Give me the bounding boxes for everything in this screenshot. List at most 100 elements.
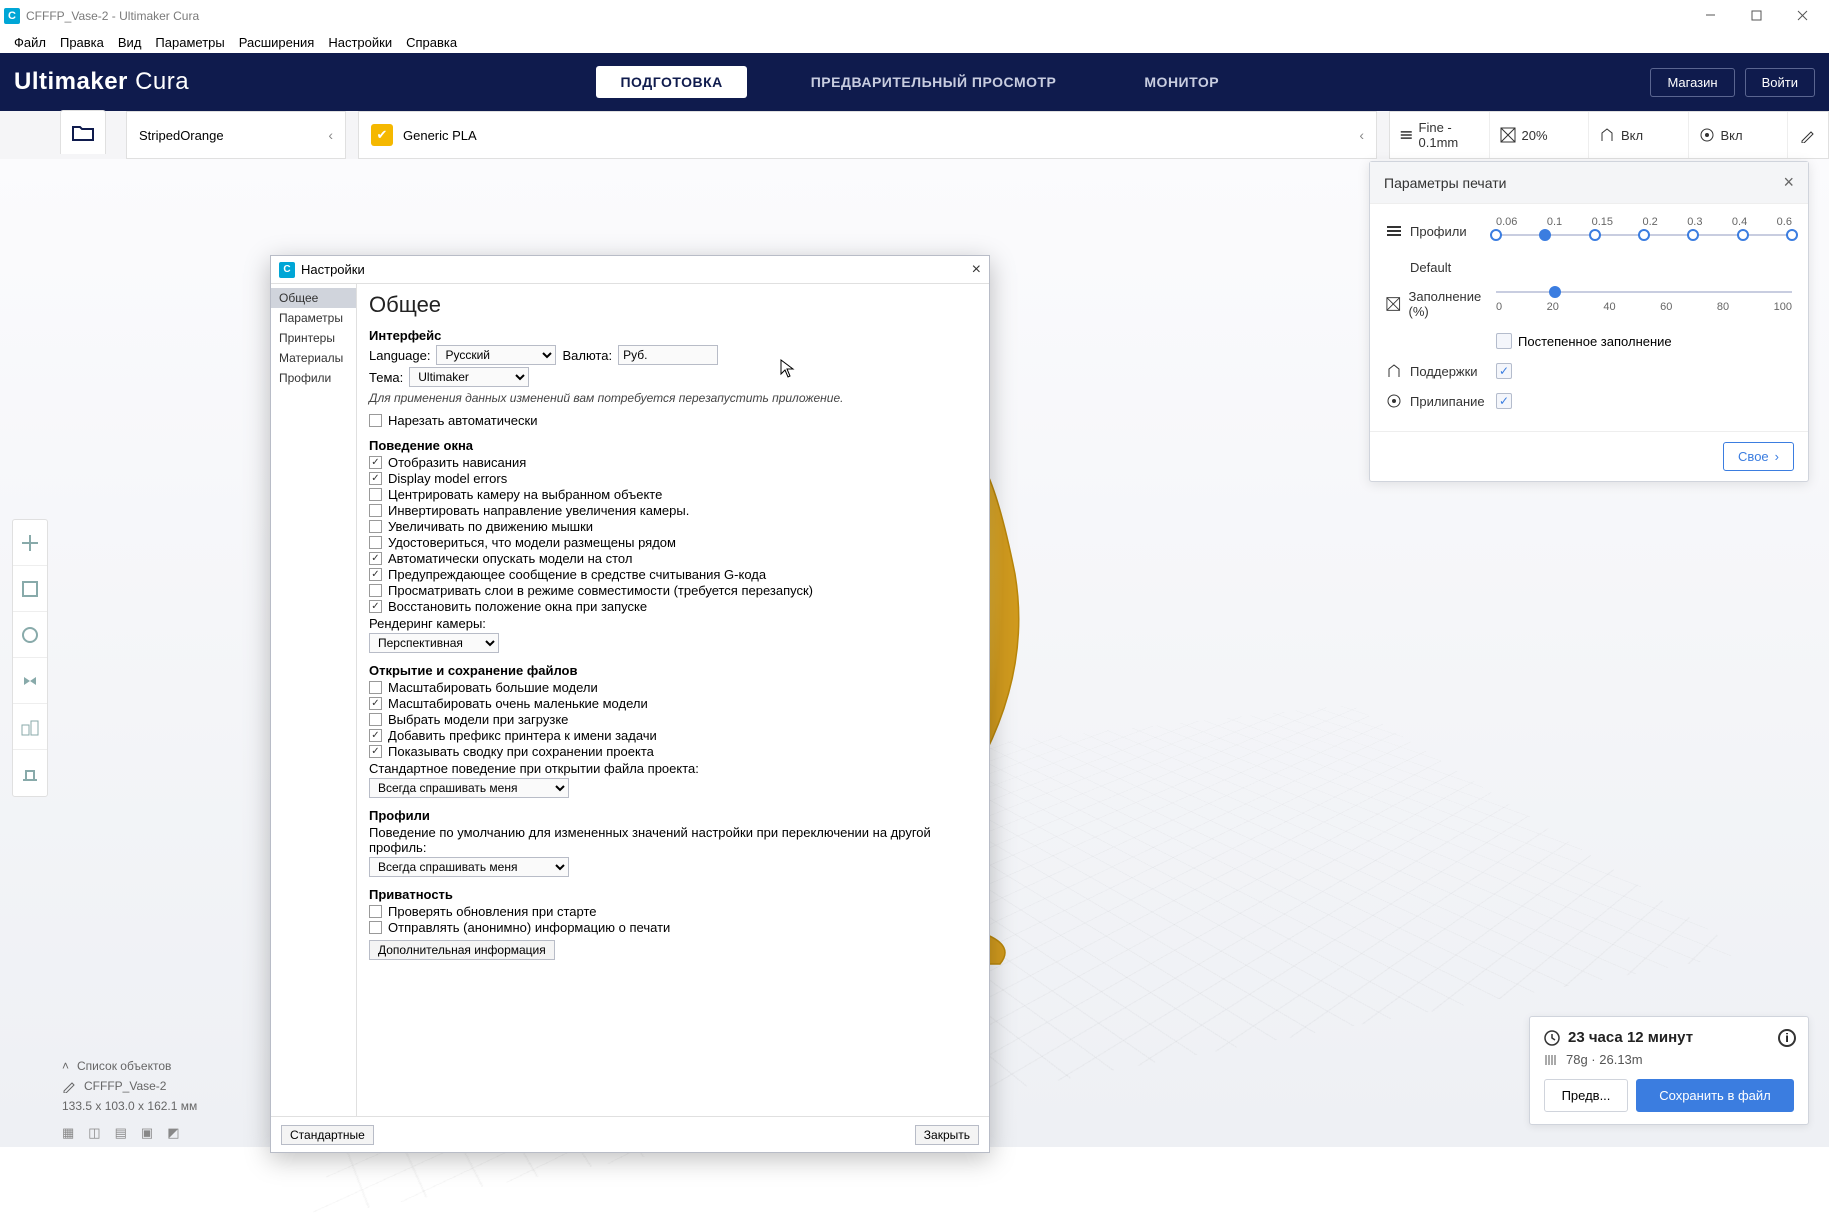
menu-preferences[interactable]: Настройки: [322, 33, 398, 52]
profile-behavior-select[interactable]: Всегда спрашивать меня: [369, 857, 569, 877]
cb-scale-small[interactable]: [369, 697, 382, 710]
defaults-button[interactable]: Стандартные: [281, 1125, 374, 1145]
close-icon[interactable]: ×: [972, 261, 981, 279]
marketplace-button[interactable]: Магазин: [1650, 68, 1734, 97]
profiles-note: Поведение по умолчанию для измененных зн…: [369, 825, 977, 855]
menu-settings[interactable]: Параметры: [149, 33, 230, 52]
tool-support-blocker[interactable]: [13, 750, 47, 796]
save-to-file-button[interactable]: Сохранить в файл: [1636, 1079, 1794, 1112]
tool-mirror[interactable]: [13, 658, 47, 704]
view-icons: ▦ ◫ ▤ ▣ ◩: [62, 1125, 179, 1141]
prefs-tab-profiles[interactable]: Профили: [271, 368, 356, 388]
menu-view[interactable]: Вид: [112, 33, 148, 52]
summary-quality: Fine - 0.1mm: [1390, 112, 1490, 158]
cb-invert-zoom[interactable]: [369, 504, 382, 517]
window-minimize[interactable]: [1687, 0, 1733, 31]
cb-prefix-job[interactable]: [369, 729, 382, 742]
adhesion-icon: [1386, 393, 1402, 409]
menu-extensions[interactable]: Расширения: [233, 33, 321, 52]
print-settings-summary[interactable]: Fine - 0.1mm 20% Вкл Вкл: [1389, 111, 1829, 159]
signin-button[interactable]: Войти: [1745, 68, 1815, 97]
cb-check-updates[interactable]: [369, 905, 382, 918]
object-list-toggle[interactable]: ˄Список объектов: [62, 1059, 197, 1073]
prefs-tab-general[interactable]: Общее: [271, 288, 356, 308]
stage-preview[interactable]: ПРЕДВАРИТЕЛЬНЫЙ ПРОСМОТР: [787, 66, 1081, 98]
adhesion-checkbox[interactable]: [1496, 393, 1512, 409]
material-shield-icon: ✔: [371, 124, 393, 146]
view-iso-icon[interactable]: ◩: [167, 1125, 179, 1141]
cb-model-errors[interactable]: [369, 472, 382, 485]
language-select[interactable]: Русский: [436, 345, 556, 365]
section-files: Открытие и сохранение файлов: [369, 663, 977, 678]
titlebar: C CFFFP_Vase-2 - Ultimaker Cura: [0, 0, 1829, 31]
open-file-button[interactable]: [60, 110, 106, 154]
cb-center-camera[interactable]: [369, 488, 382, 501]
language-label: Language:: [369, 348, 430, 363]
chevron-up-icon: ˄: [62, 1059, 69, 1073]
cb-send-anon[interactable]: [369, 921, 382, 934]
window-title: CFFFP_Vase-2 - Ultimaker Cura: [26, 9, 199, 23]
cb-overhang[interactable]: [369, 456, 382, 469]
currency-input[interactable]: [618, 345, 718, 365]
infill-icon: [1386, 296, 1401, 312]
tool-scale[interactable]: [13, 566, 47, 612]
printer-name: StripedOrange: [139, 128, 224, 143]
profile-slider[interactable]: 0.060.10.150.20.30.40.6: [1496, 216, 1792, 246]
prefs-tab-settings[interactable]: Параметры: [271, 308, 356, 328]
cb-compat-layers[interactable]: [369, 584, 382, 597]
preview-button[interactable]: Предв...: [1544, 1079, 1628, 1112]
infill-slider[interactable]: 020406080100: [1496, 289, 1792, 319]
cb-gcode-warn[interactable]: [369, 568, 382, 581]
stage-monitor[interactable]: МОНИТОР: [1120, 66, 1243, 98]
menu-help[interactable]: Справка: [400, 33, 463, 52]
theme-select[interactable]: Ultimaker: [409, 367, 529, 387]
viewport[interactable]: ˄Список объектов CFFFP_Vase-2 133.5 x 10…: [0, 159, 1829, 1147]
window-close[interactable]: [1779, 0, 1825, 31]
info-icon[interactable]: i: [1778, 1029, 1796, 1047]
edit-settings-icon[interactable]: [1788, 112, 1828, 158]
prefs-heading: Общее: [369, 292, 977, 318]
more-info-button[interactable]: Дополнительная информация: [369, 940, 555, 960]
restart-note: Для применения данных изменений вам потр…: [369, 391, 977, 405]
object-item[interactable]: CFFFP_Vase-2: [62, 1079, 197, 1093]
default-open-select[interactable]: Всегда спрашивать меня: [369, 778, 569, 798]
cb-restore-win[interactable]: [369, 600, 382, 613]
view-layer-icon[interactable]: ▤: [115, 1125, 127, 1141]
support-label: Поддержки: [1410, 364, 1478, 379]
material-selector[interactable]: ✔ Generic PLA ‹: [358, 111, 1377, 159]
tool-rotate[interactable]: [13, 612, 47, 658]
printer-selector[interactable]: StripedOrange ‹: [126, 111, 346, 159]
print-time: 23 часа 12 минут: [1568, 1029, 1693, 1046]
menu-file[interactable]: Файл: [8, 33, 52, 52]
cb-drop-down[interactable]: [369, 552, 382, 565]
cb-save-summary[interactable]: [369, 745, 382, 758]
prefs-sidebar: Общее Параметры Принтеры Материалы Профи…: [271, 284, 357, 1116]
close-button[interactable]: Закрыть: [915, 1125, 979, 1145]
summary-adhesion: Вкл: [1689, 112, 1789, 158]
tool-per-model[interactable]: [13, 704, 47, 750]
prefs-tab-materials[interactable]: Материалы: [271, 348, 356, 368]
print-settings-panel: Параметры печати × Профили 0.060.10.150.…: [1369, 161, 1809, 482]
tool-move[interactable]: [13, 520, 47, 566]
cb-select-on-load[interactable]: [369, 713, 382, 726]
stage-prepare[interactable]: ПОДГОТОВКА: [596, 66, 746, 98]
support-checkbox[interactable]: [1496, 363, 1512, 379]
cb-zoom-mouse[interactable]: [369, 520, 382, 533]
close-icon[interactable]: ×: [1783, 172, 1794, 193]
camera-render-select[interactable]: Перспективная: [369, 633, 499, 653]
view-xray-icon[interactable]: ◫: [88, 1125, 100, 1141]
material-usage: 78g · 26.13m: [1566, 1052, 1643, 1067]
menu-edit[interactable]: Правка: [54, 33, 110, 52]
cb-slice-auto[interactable]: [369, 414, 382, 427]
prefs-tab-printers[interactable]: Принтеры: [271, 328, 356, 348]
gradual-infill-checkbox[interactable]: [1496, 333, 1512, 349]
view-solid-icon[interactable]: ▦: [62, 1125, 74, 1141]
support-icon: [1386, 363, 1402, 379]
cb-scale-large[interactable]: [369, 681, 382, 694]
window-maximize[interactable]: [1733, 0, 1779, 31]
view-front-icon[interactable]: ▣: [141, 1125, 153, 1141]
custom-settings-button[interactable]: Свое›: [1723, 442, 1794, 471]
spool-icon: [1544, 1053, 1558, 1067]
cb-ensure-fit[interactable]: [369, 536, 382, 549]
clock-icon: [1544, 1030, 1560, 1046]
